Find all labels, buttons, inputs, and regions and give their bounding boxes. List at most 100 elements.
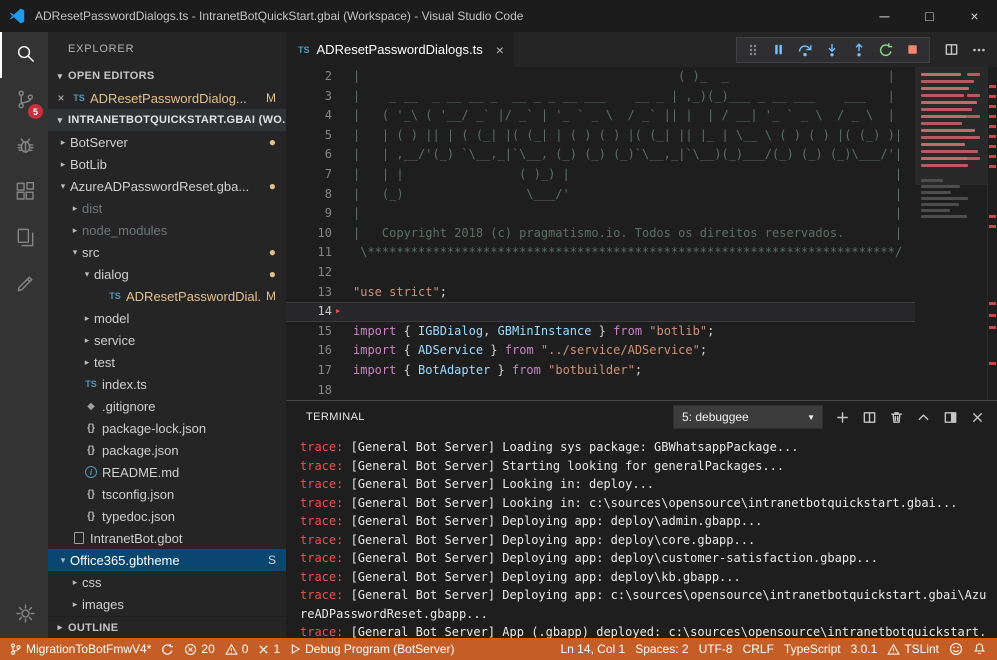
activity-extensions-button[interactable] bbox=[0, 170, 48, 216]
debug-icon bbox=[14, 134, 37, 160]
activity-search-button[interactable] bbox=[0, 32, 48, 78]
code-line-16[interactable]: 16import { ADService } from "../service/… bbox=[286, 341, 915, 361]
tree-folder-botlib[interactable]: ▸BotLib bbox=[48, 153, 286, 175]
status-sync[interactable] bbox=[156, 638, 179, 660]
tree-file-package-json[interactable]: {}package.json bbox=[48, 439, 286, 461]
status-tslint[interactable]: TSLint bbox=[882, 638, 944, 660]
more-button[interactable] bbox=[971, 42, 987, 58]
debug-step-into-button[interactable] bbox=[824, 42, 840, 58]
code-line-15[interactable]: 15import { IGBDialog, GBMinInstance } fr… bbox=[286, 322, 915, 342]
status-branch[interactable]: MigrationToBotFmwV4* bbox=[4, 638, 156, 660]
code-line-9[interactable]: 9| | bbox=[286, 204, 915, 224]
code-line-12[interactable]: 12 bbox=[286, 263, 915, 283]
close-editor-icon[interactable]: × bbox=[52, 91, 70, 105]
activity-source-control-button[interactable]: 5 bbox=[0, 78, 48, 124]
code-line-7[interactable]: 7| | | ( )_) | | bbox=[286, 165, 915, 185]
code-line-13[interactable]: 13"use strict"; bbox=[286, 283, 915, 303]
outline-header[interactable]: ▸ OUTLINE bbox=[48, 616, 286, 638]
terminal-line-text: [General Bot Server] Deploying app: depl… bbox=[343, 551, 878, 565]
code-line-3[interactable]: 3| _ __ _ __ __ _ __ _ _ __ ___ __ _ | ,… bbox=[286, 87, 915, 107]
tree-folder-office365-gbtheme[interactable]: ▾Office365.gbthemeS bbox=[48, 549, 286, 571]
tab-adresetpassworddialogs[interactable]: TS ADResetPasswordDialogs.ts × bbox=[286, 32, 514, 67]
code-text: \***************************************… bbox=[332, 243, 902, 263]
open-editor-adresetpassworddialog[interactable]: ×TSADResetPasswordDialog...M bbox=[48, 87, 286, 109]
tree-folder-src[interactable]: ▾src● bbox=[48, 241, 286, 263]
status-encoding[interactable]: UTF-8 bbox=[694, 638, 738, 660]
tree-folder-service[interactable]: ▸service bbox=[48, 329, 286, 351]
terminal-selector[interactable]: 5: debuggee ▼ bbox=[673, 405, 823, 429]
status-warnings[interactable]: 0 bbox=[220, 638, 254, 660]
code-area[interactable]: 2| ( )_ _ |3| _ __ _ __ __ _ __ _ _ __ _… bbox=[286, 67, 915, 400]
code-line-2[interactable]: 2| ( )_ _ | bbox=[286, 67, 915, 87]
debug-step-out-button[interactable] bbox=[851, 42, 867, 58]
status-indentation[interactable]: Spaces: 2 bbox=[630, 638, 693, 660]
code-line-8[interactable]: 8| (_) \___/' | bbox=[286, 185, 915, 205]
code-line-10[interactable]: 10| Copyright 2018 (c) pragmatismo.io. T… bbox=[286, 224, 915, 244]
tree-folder-node-modules[interactable]: ▸node_modules bbox=[48, 219, 286, 241]
activity-debug-button[interactable] bbox=[0, 124, 48, 170]
status-label: 20 bbox=[201, 642, 214, 656]
split-editor-button[interactable] bbox=[944, 42, 959, 57]
tree-file-gitignore[interactable]: ◆.gitignore bbox=[48, 395, 286, 417]
tab-terminal[interactable]: TERMINAL bbox=[306, 411, 365, 423]
minimap[interactable] bbox=[915, 67, 987, 400]
terminal-line: trace: [General Bot Server] Deploying ap… bbox=[300, 568, 989, 587]
maximize-button[interactable]: □ bbox=[907, 0, 952, 32]
minimap-slider[interactable] bbox=[915, 67, 987, 185]
code-line-4[interactable]: 4| ( '_\ ( '__/ _` |/ _` | '_ ` _ \ / _`… bbox=[286, 106, 915, 126]
code-line-17[interactable]: 17import { BotAdapter } from "botbuilder… bbox=[286, 361, 915, 381]
drag-handle[interactable] bbox=[746, 42, 760, 58]
status-language[interactable]: TypeScript bbox=[779, 638, 846, 660]
status-feedback[interactable] bbox=[944, 638, 968, 660]
panel-position-button[interactable] bbox=[943, 410, 958, 425]
debug-step-over-button[interactable] bbox=[797, 42, 813, 58]
tree-file-typedoc-json[interactable]: {}typedoc.json bbox=[48, 505, 286, 527]
maximize-panel-button[interactable] bbox=[916, 410, 931, 425]
close-panel-button[interactable] bbox=[970, 410, 985, 425]
kill-terminal-button[interactable] bbox=[889, 410, 904, 425]
tree-file-tsconfig-json[interactable]: {}tsconfig.json bbox=[48, 483, 286, 505]
tree-folder-test[interactable]: ▸test bbox=[48, 351, 286, 373]
activity-edit-button[interactable] bbox=[0, 262, 48, 308]
tree-file-readme-md[interactable]: iREADME.md bbox=[48, 461, 286, 483]
tree-file-index-ts[interactable]: TSindex.ts bbox=[48, 373, 286, 395]
status-notifications[interactable] bbox=[968, 638, 991, 660]
tree-folder-model[interactable]: ▸model bbox=[48, 307, 286, 329]
tree-folder-dist[interactable]: ▸dist bbox=[48, 197, 286, 219]
editor[interactable]: 2| ( )_ _ |3| _ __ _ __ __ _ __ _ _ __ _… bbox=[286, 67, 997, 400]
close-tab-icon[interactable]: × bbox=[496, 42, 504, 58]
debug-restart-button[interactable] bbox=[878, 42, 894, 58]
json-file-icon: {} bbox=[82, 445, 100, 456]
tree-file-intranetbot-gbot[interactable]: IntranetBot.gbot bbox=[48, 527, 286, 549]
tree-file-package-lock-json[interactable]: {}package-lock.json bbox=[48, 417, 286, 439]
code-line-6[interactable]: 6| | ,__/'(_) `\__,_|`\__, (_) (_) (_)`\… bbox=[286, 145, 915, 165]
tree-folder-botserver[interactable]: ▸BotServer● bbox=[48, 131, 286, 153]
new-terminal-button[interactable] bbox=[835, 410, 850, 425]
tree-folder-images[interactable]: ▸images bbox=[48, 593, 286, 615]
status-eol[interactable]: CRLF bbox=[738, 638, 779, 660]
code-line-5[interactable]: 5| | ( ) || | ( (_| |( (_| | ( ) ( ) |( … bbox=[286, 126, 915, 146]
tree-folder-css[interactable]: ▸css bbox=[48, 571, 286, 593]
split-terminal-button[interactable] bbox=[862, 410, 877, 425]
code-line-11[interactable]: 11 \************************************… bbox=[286, 243, 915, 263]
debug-pause-button[interactable] bbox=[771, 42, 786, 57]
minimize-button[interactable]: ─ bbox=[862, 0, 907, 32]
status-fails[interactable]: 1 bbox=[253, 638, 285, 660]
workspace-header[interactable]: ▾ INTRANETBOTQUICKSTART.GBAI (WO... bbox=[48, 109, 286, 131]
tree-folder-azureadpasswordreset-gba[interactable]: ▾AzureADPasswordReset.gba...● bbox=[48, 175, 286, 197]
activity-settings-button[interactable] bbox=[0, 592, 48, 638]
tree-folder-dialog[interactable]: ▾dialog● bbox=[48, 263, 286, 285]
close-button[interactable]: × bbox=[952, 0, 997, 32]
debug-stop-button[interactable] bbox=[905, 42, 920, 57]
tree-file-adresetpassworddial[interactable]: TSADResetPasswordDial...M bbox=[48, 285, 286, 307]
code-line-18[interactable]: 18 bbox=[286, 381, 915, 401]
terminal-output[interactable]: trace: [General Bot Server] Loading sys … bbox=[286, 433, 997, 638]
activity-files-button[interactable] bbox=[0, 216, 48, 262]
outline-label: OUTLINE bbox=[68, 622, 118, 634]
status-version[interactable]: 3.0.1 bbox=[846, 638, 883, 660]
status-errors[interactable]: 20 bbox=[179, 638, 219, 660]
status-debug-program[interactable]: Debug Program (BotServer) bbox=[285, 638, 459, 660]
open-editors-header[interactable]: ▾ OPEN EDITORS bbox=[48, 65, 286, 87]
status-line-col[interactable]: Ln 14, Col 1 bbox=[555, 638, 630, 660]
code-line-14[interactable]: 14▶ bbox=[286, 302, 915, 322]
